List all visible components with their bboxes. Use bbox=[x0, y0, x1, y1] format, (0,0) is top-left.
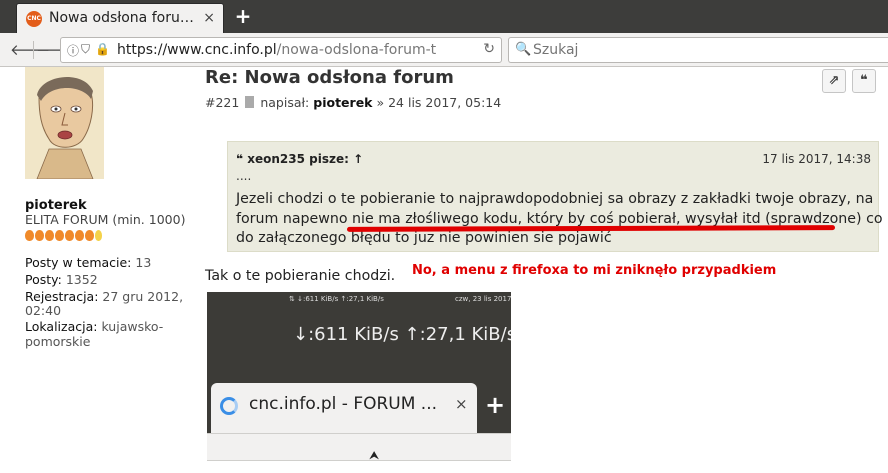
screenshot-panel-text: ⇅ ↓:611 KiB/s ↑:27,1 KiB/s bbox=[289, 295, 384, 303]
screenshot-navbar: ⮝ bbox=[207, 433, 511, 473]
navigation-bar: 🡐 🡒 ⓘ ⛉ 🔒 https://www.cnc.info.pl/nowa-o… bbox=[0, 33, 888, 67]
red-annotation-text: No, a menu z firefoxa to mi zniknęło prz… bbox=[412, 263, 777, 278]
quote-date: 17 lis 2017, 14:38 bbox=[762, 152, 871, 166]
screenshot-clock: czw, 23 lis 2017 bbox=[455, 295, 511, 303]
posts-in-topic: Posty w temacie: 13 bbox=[25, 255, 152, 270]
info-icon[interactable]: ⓘ bbox=[67, 42, 79, 59]
screenshot-speed-panel: ↓:611 KiB/s ↑:27,1 KiB/s bbox=[207, 308, 511, 363]
forward-arrow-icon[interactable]: 🡒 bbox=[36, 39, 76, 61]
search-input[interactable] bbox=[533, 41, 833, 59]
registration-date: Rejestracja: 27 gru 2012, bbox=[25, 289, 184, 304]
screenshot-speed: ↓:611 KiB/s ↑:27,1 KiB/s bbox=[293, 324, 511, 345]
post-meta: #221 napisał: pioterek » 24 lis 2017, 05:… bbox=[205, 95, 502, 110]
search-icon: 🔍 bbox=[515, 42, 532, 57]
url-text[interactable]: https://www.cnc.info.pl/nowa-odslona-for… bbox=[117, 42, 477, 58]
quote-ellipsis: .... bbox=[236, 169, 252, 183]
attached-screenshot[interactable]: ⇅ ↓:611 KiB/s ↑:27,1 KiB/s czw, 23 lis 2… bbox=[207, 292, 511, 473]
shield-icon[interactable]: ⛉ bbox=[81, 42, 90, 57]
post-body-text: Tak o te pobieranie chodzi. bbox=[205, 268, 396, 284]
quote-line-1: Jezeli chodzi o te pobieranie to najpraw… bbox=[236, 191, 874, 207]
quote-author[interactable]: ❝ xeon235 pisze: ↑ bbox=[236, 152, 363, 166]
quote-icon: ❝ bbox=[236, 152, 244, 166]
user-rank: ELITA FORUM (min. 1000) bbox=[25, 212, 186, 227]
rank-bulb-icon bbox=[95, 230, 102, 241]
post-title[interactable]: Re: Nowa odsłona forum bbox=[205, 67, 454, 88]
rank-bulb-icon bbox=[55, 230, 64, 241]
loading-spinner-icon bbox=[220, 397, 238, 415]
back-arrow-icon[interactable]: 🡐 bbox=[10, 39, 50, 61]
search-bar[interactable]: 🔍 bbox=[508, 37, 888, 63]
post-document-icon bbox=[245, 96, 255, 108]
post-author-link[interactable]: pioterek bbox=[313, 95, 372, 110]
quote-line-3: do załączonego błędu to juz nie powinien… bbox=[236, 230, 612, 246]
rank-bulb-icon bbox=[45, 230, 54, 241]
rank-bulb-icon bbox=[75, 230, 84, 241]
rank-icons bbox=[25, 230, 103, 244]
rank-bulb-icon bbox=[65, 230, 74, 241]
quote-button[interactable]: ❝ bbox=[852, 69, 876, 93]
screenshot-bottom-bar bbox=[207, 460, 511, 473]
rank-bulb-icon bbox=[35, 230, 44, 241]
browser-tab-strip: CNC Nowa odsłona foru… × + bbox=[0, 0, 888, 33]
location-cont: pomorskie bbox=[25, 334, 91, 349]
url-bar[interactable]: ⓘ ⛉ 🔒 https://www.cnc.info.pl/nowa-odslo… bbox=[60, 37, 502, 63]
browser-tab[interactable]: CNC Nowa odsłona foru… × bbox=[16, 3, 224, 33]
rank-bulb-icon bbox=[25, 230, 34, 241]
new-tab-button[interactable]: + bbox=[232, 4, 254, 28]
tab-close-icon[interactable]: × bbox=[203, 10, 215, 26]
post-author-name[interactable]: pioterek bbox=[25, 198, 87, 213]
screenshot-tab-close-icon: × bbox=[455, 395, 468, 413]
screenshot-strip bbox=[207, 363, 511, 383]
rank-bulb-icon bbox=[85, 230, 94, 241]
screenshot-new-tab-icon: + bbox=[485, 391, 506, 419]
user-avatar[interactable] bbox=[25, 67, 104, 179]
page-content: pioterek ELITA FORUM (min. 1000) Posty w… bbox=[0, 67, 888, 473]
post-number[interactable]: #221 bbox=[205, 95, 239, 110]
posts-count: Posty: 1352 bbox=[25, 272, 98, 287]
site-favicon-icon: CNC bbox=[26, 11, 42, 27]
screenshot-tab-title: cnc.info.pl - FORUM ... bbox=[249, 394, 438, 414]
nav-divider bbox=[33, 41, 34, 59]
lock-icon[interactable]: 🔒 bbox=[95, 42, 110, 56]
share-button[interactable]: ⇗ bbox=[822, 69, 846, 93]
screenshot-top-panel: ⇅ ↓:611 KiB/s ↑:27,1 KiB/s czw, 23 lis 2… bbox=[207, 292, 511, 308]
tab-title: Nowa odsłona foru… bbox=[49, 10, 194, 26]
location: Lokalizacja: kujawsko- bbox=[25, 319, 164, 334]
reload-icon[interactable]: ↻ bbox=[483, 41, 495, 57]
registration-time: 02:40 bbox=[25, 303, 62, 318]
screenshot-tabbar: cnc.info.pl - FORUM ... × + bbox=[207, 383, 511, 433]
screenshot-tab: cnc.info.pl - FORUM ... × bbox=[211, 383, 477, 433]
quote-block: ❝ xeon235 pisze: ↑ 17 lis 2017, 14:38 ..… bbox=[227, 141, 883, 252]
